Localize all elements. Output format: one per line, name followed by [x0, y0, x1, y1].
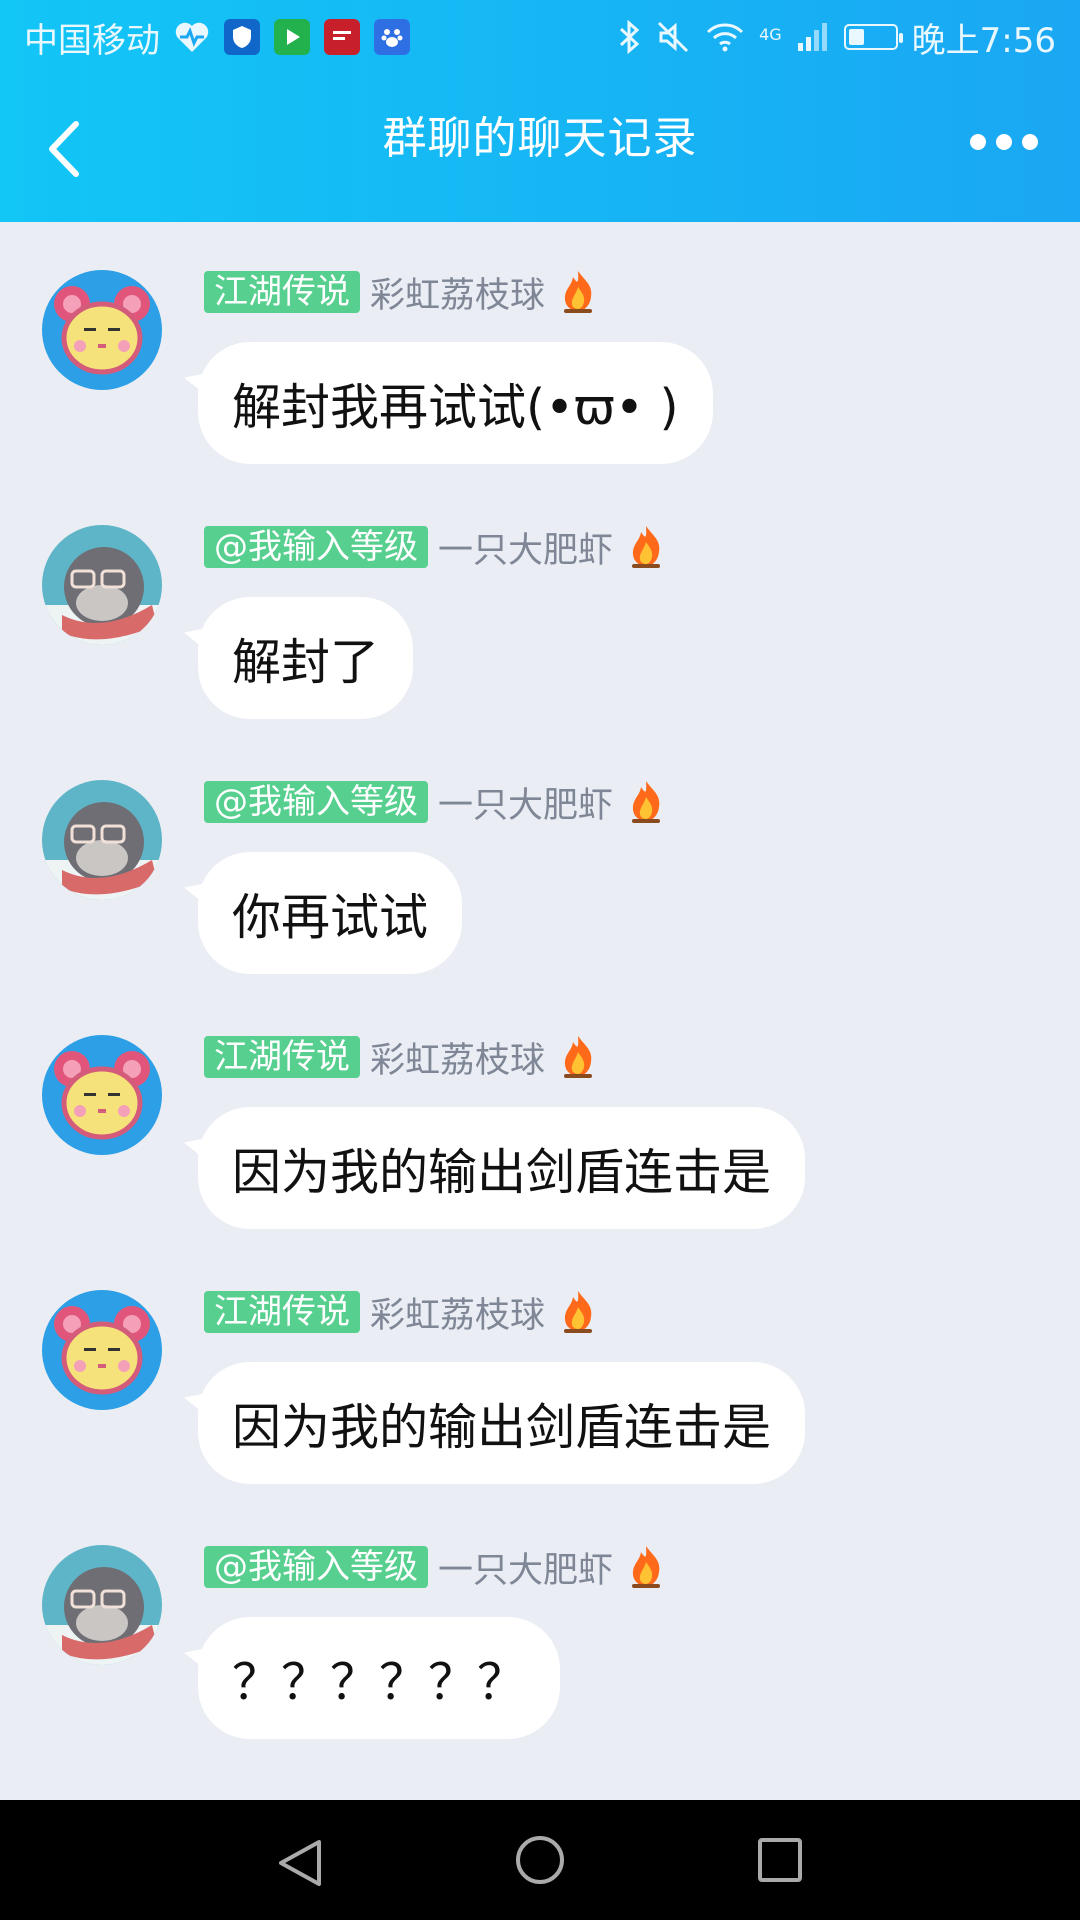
pink-bear-avatar[interactable] [42, 1035, 162, 1155]
message-bubble[interactable]: 你再试试 [198, 852, 463, 974]
chat-message: @我输入等级 一只大肥虾 解封了 [0, 477, 1080, 732]
nickname[interactable]: 一只大肥虾 [438, 777, 613, 828]
chat-message: 江湖传说 彩虹荔枝球 解封我再试试(•ϖ• ) [0, 222, 1080, 477]
status-bar: 中国移动 4G 晚上7:56 [0, 0, 1080, 74]
fire-icon [632, 1546, 661, 1588]
signal-icon [797, 23, 827, 51]
chat-message: 江湖传说 彩虹荔枝球 因为我的输出剑盾连击是 [0, 987, 1080, 1242]
message-list: 江湖传说 彩虹荔枝球 解封我再试试(•ϖ• ) @我输入等级 一只大肥虾 解封了… [0, 222, 1080, 1800]
android-nav-bar [0, 1800, 1080, 1920]
baidu-icon [374, 19, 410, 55]
member-title-tag: @我输入等级 [204, 781, 428, 823]
nickname[interactable]: 一只大肥虾 [438, 522, 613, 573]
pink-bear-avatar[interactable] [42, 1290, 162, 1410]
chat-message: @我输入等级 一只大肥虾 你再试试 [0, 732, 1080, 987]
message-text: ？？？？？？ [232, 1653, 527, 1711]
member-title-tag: 江湖传说 [204, 1036, 360, 1078]
gray-seal-avatar[interactable] [42, 1545, 162, 1665]
message-meta: @我输入等级 一只大肥虾 [204, 525, 669, 571]
message-text: 因为我的输出剑盾连击是 [232, 1398, 772, 1456]
nickname[interactable]: 彩虹荔枝球 [370, 1287, 545, 1338]
nav-home-icon[interactable] [516, 1836, 564, 1884]
message-text: 因为我的输出剑盾连击是 [232, 1143, 772, 1201]
message-bubble[interactable]: 解封了 [198, 597, 414, 719]
header: 中国移动 4G 晚上7:56 群聊的聊天记录 [0, 0, 1080, 222]
status-right: 4G 晚上7:56 [617, 13, 1056, 62]
member-title-tag: 江湖传说 [204, 1291, 360, 1333]
message-meta: 江湖传说 彩虹荔枝球 [204, 1290, 601, 1336]
carrier-label: 中国移动 [24, 20, 160, 61]
more-dots-icon[interactable] [970, 134, 1038, 150]
fire-icon [632, 526, 661, 568]
heart-pulse-icon [175, 22, 209, 52]
fire-icon [564, 271, 593, 313]
netease-icon [324, 19, 360, 55]
message-meta: @我输入等级 一只大肥虾 [204, 1545, 669, 1591]
wifi-icon [707, 23, 744, 52]
message-bubble[interactable]: ？？？？？？ [198, 1617, 561, 1739]
fire-icon [564, 1036, 593, 1078]
page-title: 群聊的聊天记录 [382, 113, 698, 164]
message-bubble[interactable]: 解封我再试试(•ϖ• ) [198, 342, 713, 464]
gray-seal-avatar[interactable] [42, 780, 162, 900]
message-meta: @我输入等级 一只大肥虾 [204, 780, 669, 826]
nickname[interactable]: 一只大肥虾 [438, 1542, 613, 1593]
member-title-tag: 江湖传说 [204, 271, 360, 313]
message-bubble[interactable]: 因为我的输出剑盾连击是 [198, 1107, 806, 1229]
message-meta: 江湖传说 彩虹荔枝球 [204, 1035, 601, 1081]
chat-message: 江湖传说 彩虹荔枝球 因为我的输出剑盾连击是 [0, 1242, 1080, 1497]
fire-icon [564, 1291, 593, 1333]
battery-fill [848, 29, 865, 45]
network-type-label: 4G [759, 24, 782, 44]
shield-icon [224, 19, 260, 55]
mute-icon [658, 21, 689, 53]
message-text: 你再试试 [232, 888, 429, 946]
pink-bear-avatar[interactable] [42, 270, 162, 390]
member-title-tag: @我输入等级 [204, 1546, 428, 1588]
status-left: 中国移动 [24, 13, 410, 62]
bluetooth-icon [620, 19, 640, 55]
nav-back-icon[interactable] [275, 1838, 325, 1888]
member-title-tag: @我输入等级 [204, 526, 428, 568]
fire-icon [632, 781, 661, 823]
chat-message: @我输入等级 一只大肥虾 ？？？？？？ [0, 1497, 1080, 1752]
message-text: 解封我再试试(•ϖ• ) [232, 378, 679, 436]
battery-icon [843, 24, 903, 50]
message-bubble[interactable]: 因为我的输出剑盾连击是 [198, 1362, 806, 1484]
message-text: 解封了 [232, 633, 380, 691]
clock-label: 晚上7:56 [911, 20, 1056, 61]
nickname[interactable]: 彩虹荔枝球 [370, 267, 545, 318]
nav-bar: 群聊的聊天记录 [0, 74, 1080, 222]
gray-seal-avatar[interactable] [42, 525, 162, 645]
nav-recent-icon[interactable] [758, 1838, 802, 1882]
video-play-icon [274, 19, 310, 55]
nickname[interactable]: 彩虹荔枝球 [370, 1032, 545, 1083]
message-meta: 江湖传说 彩虹荔枝球 [204, 270, 601, 316]
